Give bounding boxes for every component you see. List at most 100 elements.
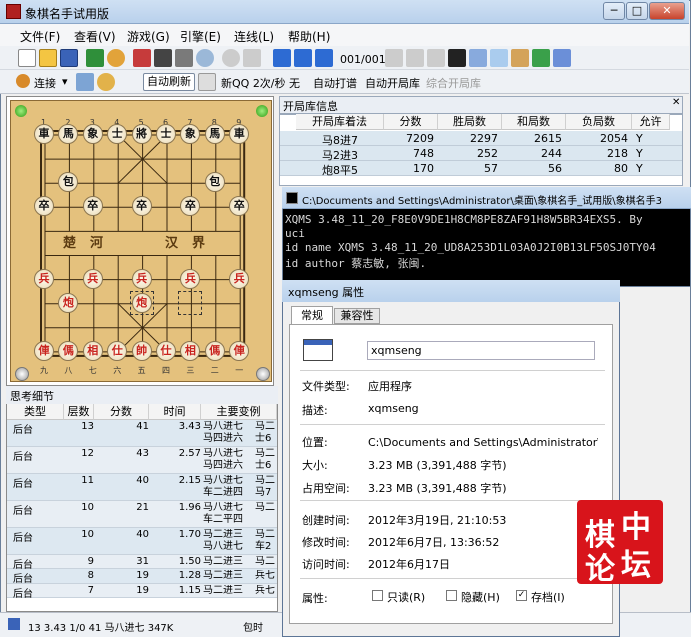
filename-input[interactable]: xqmseng	[367, 341, 595, 360]
end-icon[interactable]	[427, 49, 445, 67]
field-value: 3.23 MB (3,391,488 字节)	[368, 459, 507, 472]
copy-icon[interactable]	[469, 49, 487, 67]
ob-header-move[interactable]: 开局库着法	[296, 114, 384, 130]
black-board-icon[interactable]	[154, 49, 172, 67]
connect-button[interactable]: 连接	[34, 75, 56, 91]
stop-icon[interactable]	[222, 49, 240, 67]
chess-piece[interactable]: 車	[34, 124, 54, 144]
table-row[interactable]: 炮8平5 170 57 56 80 Y	[280, 161, 682, 177]
chess-piece[interactable]: 將	[131, 124, 152, 144]
open-folder-icon[interactable]	[39, 49, 57, 67]
engine-icon[interactable]	[86, 49, 104, 67]
chess-piece[interactable]: 士	[156, 124, 176, 144]
chess-piece[interactable]: 兵	[229, 268, 250, 289]
console-line: XQMS 3.48_11_20_F8E0V9DE1H8CM8PE8ZAF91H8…	[285, 213, 643, 226]
close-button[interactable]: ✕	[649, 2, 685, 20]
console-line: id author 蔡志敏, 张闽.	[285, 257, 427, 270]
table-cell: 马二进三	[203, 585, 243, 596]
board-setup-icon[interactable]	[448, 49, 466, 67]
menu-connect[interactable]: 连线(L)	[234, 28, 274, 45]
tab-compatibility[interactable]: 兼容性	[334, 308, 380, 324]
paste-icon[interactable]	[490, 49, 508, 67]
checkbox[interactable]: ✓	[516, 590, 527, 601]
clipboard-icon[interactable]	[198, 73, 216, 91]
table-row[interactable]: 后台 7 19 1.15 马二进三 兵七	[7, 584, 277, 600]
next-move-icon[interactable]	[385, 49, 403, 67]
maximize-button[interactable]: □	[626, 2, 648, 20]
tab-general[interactable]: 常规	[291, 306, 333, 325]
chess-piece[interactable]: 兵	[82, 268, 103, 289]
ob-header-score[interactable]: 分数	[384, 114, 438, 130]
ob-header-losses[interactable]: 负局数	[566, 114, 632, 130]
checkbox[interactable]	[446, 590, 457, 601]
checkbox[interactable]	[372, 590, 383, 601]
save-icon[interactable]	[60, 49, 78, 67]
auto-refresh-button[interactable]: 自动刷新	[143, 73, 195, 91]
menu-file[interactable]: 文件(F)	[20, 28, 60, 45]
table-row[interactable]: 后台 8 19 1.28 马二进三 兵七	[7, 569, 277, 585]
table-row[interactable]: 后台 9 31 1.50 马二进三 马二	[7, 555, 277, 571]
first-move-icon[interactable]	[273, 49, 291, 67]
chess-piece[interactable]: 包	[204, 172, 225, 193]
table-row[interactable]: 后台 11 40 2.15 马八进七 车二进四 马二 马7	[7, 474, 277, 501]
table-row[interactable]: 马8进7 7209 2297 2615 2054 Y	[280, 131, 682, 147]
zoom-icon[interactable]	[196, 49, 214, 67]
attributes-label: 属性:	[302, 592, 328, 605]
table-row[interactable]: 马2进3 748 252 244 218 Y	[280, 146, 682, 162]
table-cell: 马二进三	[203, 556, 243, 567]
auto-play-button[interactable]: 自动打谱	[313, 75, 357, 91]
chess-piece[interactable]: 相	[82, 340, 103, 361]
ob-header-allow[interactable]: 允许	[632, 114, 670, 130]
chess-piece[interactable]: 卒	[82, 196, 103, 217]
last-move-icon[interactable]	[406, 49, 424, 67]
minimize-button[interactable]: ─	[603, 2, 625, 20]
clock-icon[interactable]	[107, 49, 125, 67]
table-cell: 1.28	[178, 570, 201, 581]
menu-game[interactable]: 游戏(G)	[127, 28, 170, 45]
table-row[interactable]: 后台 13 41 3.43 马八进七 马四进六 马二 士6	[7, 420, 277, 447]
chess-piece[interactable]: 馬	[204, 124, 225, 144]
table-row[interactable]: 后台 10 21 1.96 马八进七 车二平四 马二	[7, 501, 277, 528]
chevron-down-icon[interactable]: ▾	[62, 75, 68, 88]
col-header-pv[interactable]: 主要变例	[201, 404, 277, 420]
table-cell: 8	[87, 570, 94, 581]
close-icon[interactable]: ✕	[672, 97, 680, 108]
col-header-type[interactable]: 类型	[7, 404, 64, 420]
auto-book-button[interactable]: 自动开局库	[365, 75, 420, 91]
face-icon[interactable]	[97, 73, 115, 91]
chess-piece[interactable]: 炮	[58, 292, 79, 313]
chess-piece[interactable]: 卒	[131, 196, 152, 217]
refresh-icon[interactable]	[243, 49, 261, 67]
ob-header-wins[interactable]: 胜局数	[438, 114, 502, 130]
print-icon[interactable]	[553, 49, 571, 67]
export-icon[interactable]	[532, 49, 550, 67]
menu-view[interactable]: 查看(V)	[74, 28, 116, 45]
chess-piece[interactable]: 兵	[180, 268, 201, 289]
menu-help[interactable]: 帮助(H)	[288, 28, 330, 45]
grid-icon[interactable]	[175, 49, 193, 67]
chess-piece[interactable]: 俥	[229, 340, 250, 361]
book-icon[interactable]	[511, 49, 529, 67]
prev-move-icon[interactable]	[294, 49, 312, 67]
chess-piece[interactable]: 帥	[131, 340, 152, 361]
table-cell: 2297	[470, 132, 498, 145]
table-row[interactable]: 后台 12 43 2.57 马八进七 马四进六 马二 士6	[7, 447, 277, 474]
col-header-score[interactable]: 分数	[94, 404, 149, 420]
chess-piece[interactable]: 俥	[34, 340, 54, 361]
play-icon[interactable]	[315, 49, 333, 67]
col-header-depth[interactable]: 层数	[64, 404, 94, 420]
ob-header-draws[interactable]: 和局数	[502, 114, 566, 130]
engine-settings-icon[interactable]	[76, 73, 94, 91]
red-board-icon[interactable]	[133, 49, 151, 67]
table-row[interactable]: 后台 10 40 1.70 马二进三 马八进七 马二 车2	[7, 528, 277, 555]
chess-piece[interactable]: 象	[82, 124, 103, 144]
col-header-time[interactable]: 时间	[149, 404, 201, 420]
chess-piece[interactable]: 傌	[204, 340, 225, 361]
combine-book-button[interactable]: 综合开局库	[426, 75, 481, 91]
chess-piece[interactable]: 兵	[34, 268, 54, 289]
chess-piece[interactable]: 兵	[131, 268, 152, 289]
chess-piece[interactable]: 仕	[156, 340, 176, 361]
new-file-icon[interactable]	[18, 49, 36, 67]
menu-engine[interactable]: 引擎(E)	[180, 28, 221, 45]
chess-piece[interactable]: 仕	[107, 340, 128, 361]
